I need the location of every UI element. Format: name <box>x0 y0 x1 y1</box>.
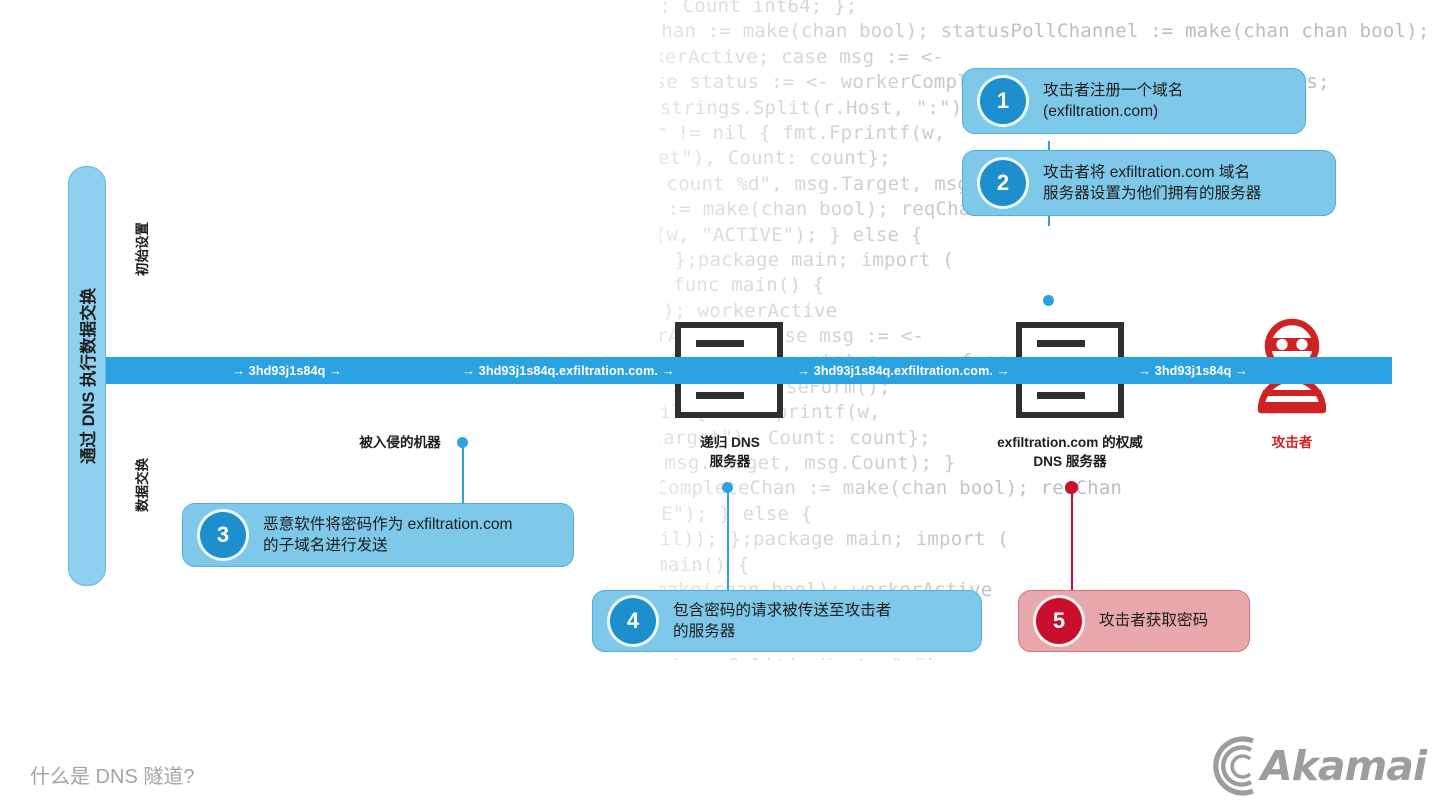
caption-recursive-dns-line2: 服务器 <box>709 454 751 469</box>
callout-step-3-number: 3 <box>200 512 246 558</box>
callout-step-4[interactable]: 4 包含密码的请求被传送至攻击者 的服务器 <box>592 590 982 652</box>
callout-step-2-number: 2 <box>980 160 1026 206</box>
phase-label-data-exchange: 数据交换 <box>135 458 150 512</box>
flow-arrow-trail-4: → <box>1235 363 1249 378</box>
akamai-wave-icon <box>1213 736 1254 796</box>
connector-callout2-to-authoritative-server <box>1043 141 1054 311</box>
flow-label-1: → 3hd93j1s84q → <box>232 357 342 384</box>
caption-authoritative-dns-line2: DNS 服务器 <box>1033 454 1107 469</box>
callout-step-1-text: 攻击者注册一个域名 (exfiltration.com) <box>1043 81 1184 121</box>
flow-label-text-1: 3hd93j1s84q <box>248 364 326 378</box>
flow-arrow-lead-2: → <box>462 363 476 378</box>
flow-arrow-trail-1: → <box>329 363 343 378</box>
caption-recursive-dns-line1: 递归 DNS <box>700 435 760 450</box>
flow-label-text-2: 3hd93j1s84q.exfiltration.com. <box>478 364 658 378</box>
flow-label-text-3: 3hd93j1s84q.exfiltration.com. <box>813 364 993 378</box>
flow-arrow-lead-1: → <box>232 363 246 378</box>
diagram-canvas: packageimport "strings"; = "time" ); typ… <box>0 0 1440 810</box>
flow-arrow-trail-2: → <box>661 363 675 378</box>
callout-step-5[interactable]: 5 攻击者获取密码 <box>1018 590 1250 652</box>
callout-step-1[interactable]: 1 攻击者注册一个域名 (exfiltration.com) <box>962 68 1306 134</box>
phase-label-initial-setup: 初始设置 <box>135 222 150 276</box>
callout-step-2-text: 攻击者将 exfiltration.com 域名 服务器设置为他们拥有的服务器 <box>1043 163 1262 203</box>
connector-callout5-to-authoritative-server <box>1065 481 1078 593</box>
callout-step-4-number: 4 <box>610 598 656 644</box>
callout-step-5-text: 攻击者获取密码 <box>1099 612 1209 630</box>
connector-callout3-to-laptop <box>457 437 468 512</box>
callout-step-4-text: 包含密码的请求被传送至攻击者 的服务器 <box>673 601 892 641</box>
left-axis-title: 通过 DNS 执行数据交换 <box>80 287 98 465</box>
caption-authoritative-dns-server: exfiltration.com 的权威 DNS 服务器 <box>950 433 1190 471</box>
callout-step-2[interactable]: 2 攻击者将 exfiltration.com 域名 服务器设置为他们拥有的服务… <box>962 150 1336 216</box>
connector-callout4-to-recursive-server <box>722 482 733 593</box>
footer-title: 什么是 DNS 隧道? <box>30 766 195 788</box>
callout-step-3[interactable]: 3 恶意软件将密码作为 exfiltration.com 的子域名进行发送 <box>182 503 574 567</box>
flow-label-4: → 3hd93j1s84q → <box>1138 357 1248 384</box>
flow-arrow-lead-4: → <box>1138 363 1152 378</box>
caption-compromised-machine: 被入侵的机器 <box>359 435 441 450</box>
callout-step-1-number: 1 <box>980 78 1026 124</box>
flow-label-text-4: 3hd93j1s84q <box>1154 364 1232 378</box>
caption-authoritative-dns-line1: exfiltration.com 的权威 <box>997 435 1143 450</box>
callout-step-3-text: 恶意软件将密码作为 exfiltration.com 的子域名进行发送 <box>263 515 513 555</box>
caption-recursive-dns-server: 递归 DNS 服务器 <box>645 433 815 471</box>
callout-step-5-number: 5 <box>1036 598 1082 644</box>
caption-attacker: 攻击者 <box>1271 435 1313 450</box>
akamai-logo: Akamai <box>1207 735 1427 797</box>
flow-label-2: → 3hd93j1s84q.exfiltration.com. → <box>462 357 675 384</box>
flow-arrow-trail-3: → <box>996 363 1010 378</box>
flow-arrow-lead-3: → <box>797 363 811 378</box>
left-axis-pill: 通过 DNS 执行数据交换 <box>68 166 106 586</box>
flow-label-3: → 3hd93j1s84q.exfiltration.com. → <box>797 357 1010 384</box>
akamai-wordmark: Akamai <box>1260 742 1427 790</box>
